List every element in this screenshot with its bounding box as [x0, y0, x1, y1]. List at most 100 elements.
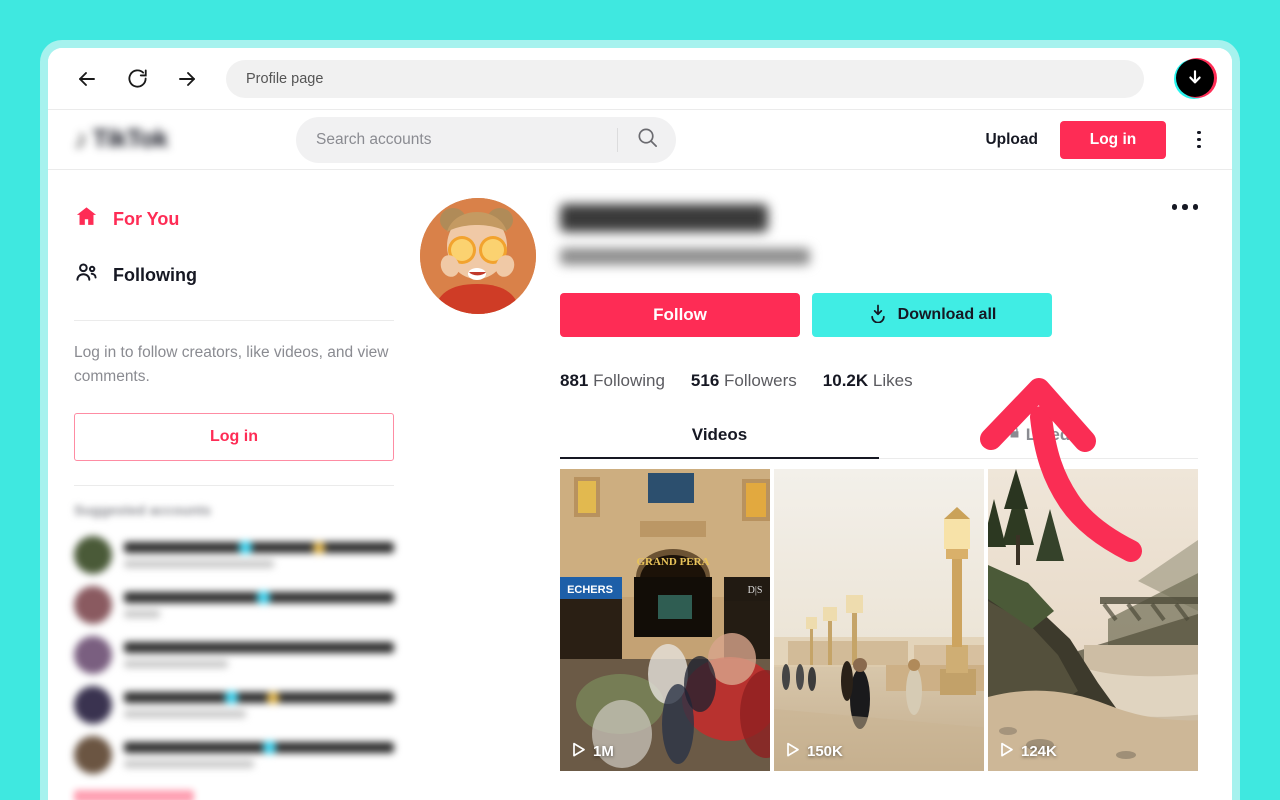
account-handle — [124, 560, 274, 569]
browser-chrome: Profile page — [48, 48, 1232, 109]
reload-button[interactable] — [120, 62, 154, 96]
tab-label: Videos — [691, 425, 748, 444]
play-icon — [786, 742, 800, 761]
video-thumbnail[interactable]: 124K — [988, 469, 1198, 771]
sidebar-item-following[interactable]: Following — [74, 252, 394, 298]
sidebar: For You Following Log in to follow creat… — [48, 170, 420, 800]
download-all-button[interactable]: Download all — [812, 293, 1052, 337]
tab-label: Liked — [1025, 425, 1071, 444]
stat-label: Likes — [872, 371, 913, 390]
account-text — [124, 691, 394, 719]
dot — [1171, 204, 1177, 210]
search-button[interactable] — [618, 117, 676, 163]
sidebar-label: For You — [113, 208, 180, 229]
dot — [1192, 204, 1198, 210]
forward-button[interactable] — [170, 62, 204, 96]
ext-core — [1175, 59, 1214, 97]
account-name — [124, 642, 394, 654]
account-name — [124, 541, 394, 555]
search-bar[interactable] — [296, 116, 676, 163]
view-count-value: 150K — [807, 743, 843, 760]
list-item[interactable] — [74, 630, 394, 680]
stat-label: Following — [593, 371, 665, 390]
page-body: For You Following Log in to follow creat… — [48, 170, 1232, 800]
view-count-value: 1M — [593, 743, 614, 760]
download-all-label: Download all — [897, 306, 997, 323]
see-all-link[interactable] — [74, 790, 194, 800]
play-icon — [572, 742, 586, 761]
profile-main: Follow Download all 881 Following 516 Fo… — [420, 170, 1232, 800]
account-name — [124, 691, 394, 705]
arrow-right-icon — [175, 67, 199, 91]
svg-text:D|S: D|S — [748, 585, 763, 596]
profile-more-icon[interactable] — [1171, 204, 1198, 210]
avatar — [74, 686, 112, 725]
sidebar-item-for-you[interactable]: For You — [74, 196, 394, 242]
profile-tabs: Videos Liked — [560, 425, 1198, 459]
back-button[interactable] — [70, 62, 104, 96]
header-login-button[interactable]: Log in — [1060, 120, 1166, 159]
address-bar[interactable]: Profile page — [226, 59, 1144, 98]
profile-identity: Follow Download all — [560, 198, 1198, 337]
stat-value: 10.2K — [822, 371, 869, 390]
svg-text:GRAND PERA: GRAND PERA — [636, 556, 709, 568]
profile-handle — [560, 248, 810, 265]
profile-header: Follow Download all — [420, 198, 1198, 337]
search-input[interactable] — [296, 130, 617, 149]
download-extension-icon[interactable] — [1174, 57, 1217, 100]
dot — [1182, 204, 1188, 210]
view-count: 150K — [786, 742, 843, 761]
tab-videos[interactable]: Videos — [560, 425, 879, 459]
tiktok-logo[interactable]: ♪ TikTok — [74, 123, 204, 157]
dot — [1197, 130, 1201, 135]
follow-button[interactable]: Follow — [560, 293, 800, 337]
account-name — [124, 591, 394, 605]
play-icon — [1000, 742, 1014, 761]
stat-label: Followers — [724, 371, 797, 390]
kebab-menu-icon[interactable] — [1188, 121, 1210, 159]
video-thumbnail[interactable]: GRAND PERA ECHERS D|S 1M — [560, 469, 770, 771]
account-name — [124, 741, 394, 755]
logo-wordmark: TikTok — [92, 125, 169, 153]
view-count-value: 124K — [1021, 743, 1057, 760]
avatar — [74, 736, 112, 775]
list-item[interactable] — [74, 530, 394, 580]
avatar[interactable] — [420, 198, 536, 314]
upload-button[interactable]: Upload — [985, 131, 1038, 149]
dot — [1197, 137, 1201, 142]
people-icon — [74, 260, 99, 290]
account-text — [124, 591, 394, 619]
account-text — [124, 541, 394, 569]
stat-value: 881 — [560, 371, 589, 390]
tab-liked[interactable]: Liked — [879, 425, 1198, 458]
video-thumbnail[interactable]: 150K — [774, 469, 984, 771]
stat-following: 881 Following — [560, 371, 665, 391]
sidebar-label: Following — [113, 264, 197, 285]
stat-likes: 10.2K Likes — [823, 371, 913, 391]
lock-icon — [1007, 425, 1022, 445]
home-icon — [74, 204, 99, 234]
list-item[interactable] — [74, 680, 394, 730]
header-actions: Upload Log in — [985, 120, 1210, 159]
avatar — [74, 536, 112, 575]
sidebar-divider — [74, 320, 394, 321]
account-handle — [124, 760, 254, 769]
sidebar-login-prompt: Log in to follow creators, like videos, … — [74, 344, 389, 386]
stat-value: 516 — [690, 371, 720, 390]
browser-window: Profile page ♪ TikTok Upload L — [40, 40, 1240, 800]
account-handle — [124, 610, 160, 619]
sidebar-divider-2 — [74, 485, 394, 487]
account-handle — [124, 660, 228, 669]
video-grid: GRAND PERA ECHERS D|S 1M 150K 124K — [560, 469, 1198, 771]
view-count: 124K — [1000, 742, 1057, 761]
music-note-icon: ♪ — [74, 124, 88, 154]
profile-stats: 881 Following 516 Followers 10.2K Likes — [560, 371, 1198, 391]
list-item[interactable] — [74, 730, 394, 780]
suggested-accounts-title: Suggested accounts — [74, 502, 211, 519]
account-text — [124, 642, 394, 669]
account-text — [124, 741, 394, 769]
view-count: 1M — [572, 742, 614, 761]
sidebar-login-button[interactable]: Log in — [74, 413, 394, 462]
profile-actions: Follow Download all — [560, 293, 1198, 337]
list-item[interactable] — [74, 580, 394, 630]
